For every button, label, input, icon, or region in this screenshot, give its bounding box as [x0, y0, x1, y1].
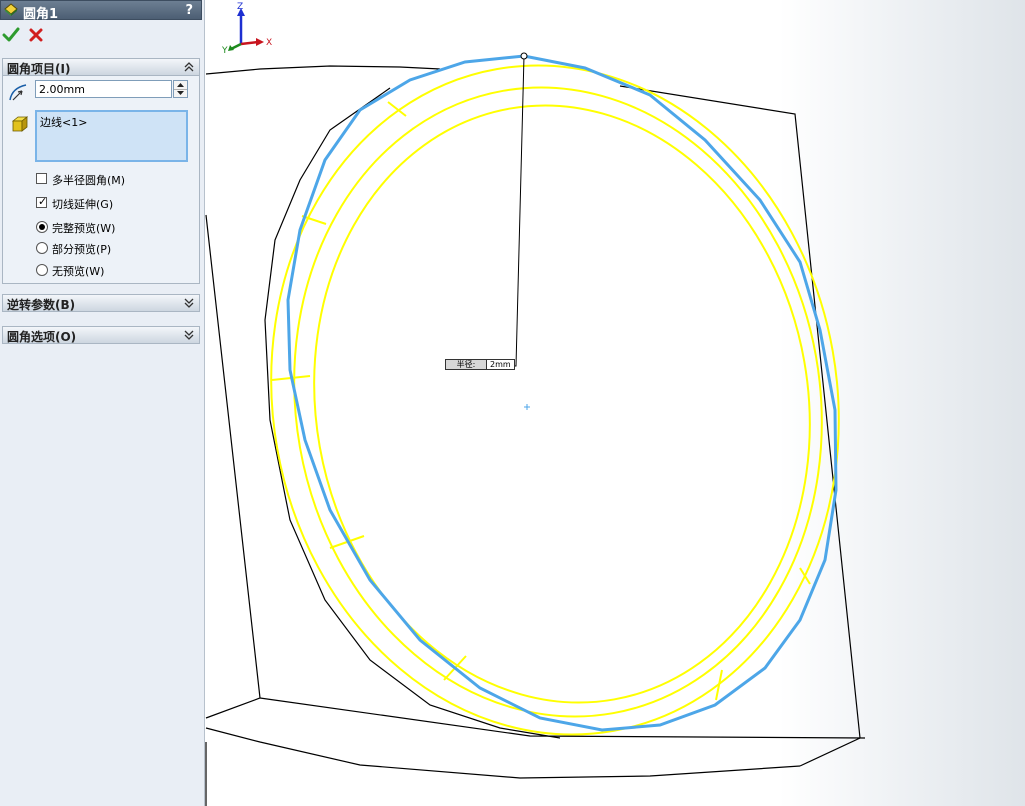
property-manager-panel: 圆角1 ? 圆角项目(I) 边线<1> 多半径圆角(M) ✓ 切线延伸(G) [0, 0, 205, 806]
cancel-button[interactable] [28, 26, 44, 44]
list-item[interactable]: 边线<1> [40, 114, 87, 130]
fillet-feature-icon [4, 3, 18, 16]
section-title: 圆角选项(O) [7, 330, 77, 344]
radio-circle[interactable] [36, 221, 48, 233]
section-title: 逆转参数(B) [7, 298, 76, 312]
graphics-viewport[interactable]: 半径: 2mm Z X Y [205, 0, 1025, 806]
model-view[interactable] [205, 0, 1025, 806]
expand-chevron-down-icon[interactable] [183, 328, 195, 342]
spin-down-icon[interactable] [174, 89, 187, 97]
y-axis-label: Y [221, 46, 228, 54]
property-manager-title-bar: 圆角1 ? [0, 0, 202, 22]
radius-input[interactable] [35, 80, 172, 98]
z-axis-label: Z [237, 2, 243, 12]
checkmark-icon: ✓ [38, 195, 48, 208]
coordinate-triad-icon: Z X Y [221, 2, 272, 54]
dimension-label: 半径: [446, 360, 487, 369]
radio-label: 无预览(W) [52, 265, 105, 278]
radio-selected-dot [39, 224, 45, 230]
x-axis-label: X [266, 38, 272, 48]
fillet-preview [270, 64, 840, 736]
section-header-fillet-items[interactable]: 圆角项目(I) [2, 58, 200, 76]
edge-selection-list[interactable]: 边线<1> [35, 110, 188, 162]
edge-selection-icon [11, 116, 29, 132]
section-header-setback[interactable]: 逆转参数(B) [2, 294, 200, 312]
radio-circle[interactable] [36, 264, 48, 276]
origin-marker [524, 404, 530, 410]
expand-chevron-down-icon[interactable] [183, 296, 195, 310]
feature-title: 圆角1 [23, 7, 59, 22]
radius-dimension-callout[interactable]: 半径: 2mm [445, 359, 515, 370]
checkbox-box[interactable] [36, 173, 47, 184]
section-header-fillet-options[interactable]: 圆角选项(O) [2, 326, 200, 344]
dimension-leader [505, 52, 528, 367]
radio-circle[interactable] [36, 242, 48, 254]
radio-label: 完整预览(W) [52, 222, 116, 235]
radius-icon [9, 84, 27, 101]
help-button[interactable]: ? [185, 3, 193, 18]
checkbox-label: 多半径圆角(M) [52, 174, 126, 187]
dimension-value[interactable]: 2mm [490, 360, 511, 369]
checkbox-label: 切线延伸(G) [52, 198, 114, 211]
checkbox-box[interactable]: ✓ [36, 195, 48, 208]
radius-spinner[interactable] [173, 80, 188, 98]
section-title: 圆角项目(I) [7, 62, 71, 76]
radio-label: 部分预览(P) [52, 243, 112, 256]
collapse-chevron-up-icon[interactable] [183, 60, 195, 74]
ok-button[interactable] [2, 26, 20, 44]
